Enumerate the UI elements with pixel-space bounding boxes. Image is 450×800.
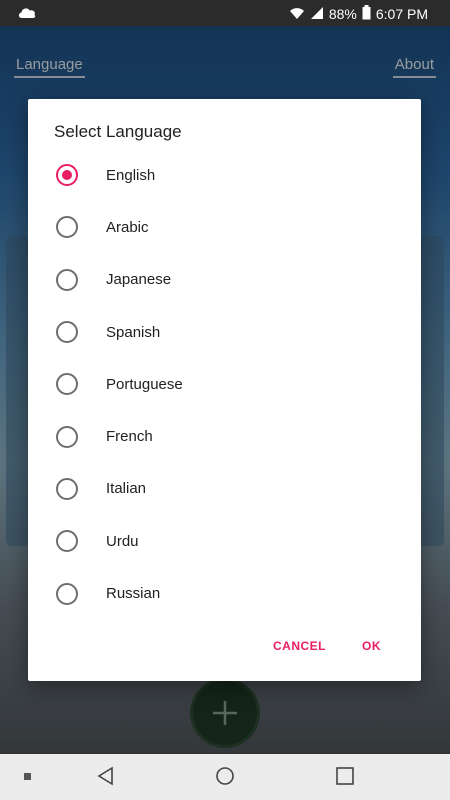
wifi-icon xyxy=(289,6,305,23)
radio-button[interactable] xyxy=(56,164,78,187)
option-label: Spanish xyxy=(106,323,161,341)
option-arabic[interactable]: Arabic xyxy=(28,201,421,253)
radio-button[interactable] xyxy=(56,425,78,448)
option-urdu[interactable]: Urdu xyxy=(28,515,421,567)
option-japanese[interactable]: Japanese xyxy=(28,254,421,306)
option-label: French xyxy=(106,428,153,446)
back-icon[interactable] xyxy=(96,766,116,791)
dialog-actions: CANCEL OK xyxy=(28,621,421,681)
clock: 6:07 PM xyxy=(375,6,428,22)
radio-button[interactable] xyxy=(56,530,78,553)
option-label: Italian xyxy=(106,480,147,498)
recent-apps-icon[interactable] xyxy=(335,766,355,791)
home-icon[interactable] xyxy=(215,766,235,791)
option-english[interactable]: English xyxy=(28,149,421,201)
status-bar: 88% 6:07 PM xyxy=(0,0,450,26)
option-label: Japanese xyxy=(106,271,172,289)
radio-button[interactable] xyxy=(56,477,78,500)
cloud-icon xyxy=(17,5,37,22)
battery-icon xyxy=(362,5,371,23)
navigation-bar xyxy=(0,754,450,800)
option-label: Arabic xyxy=(106,218,149,236)
battery-percent: 88% xyxy=(328,6,357,22)
radio-button[interactable] xyxy=(56,582,78,605)
option-french[interactable]: French xyxy=(28,410,421,462)
option-label: English xyxy=(106,166,156,184)
nav-dot-icon xyxy=(24,773,31,780)
option-russian[interactable]: Russian xyxy=(28,567,421,619)
option-italian[interactable]: Italian xyxy=(28,463,421,515)
language-dialog: Select Language English Arabic Japanese … xyxy=(28,99,421,681)
radio-button[interactable] xyxy=(56,268,78,291)
language-options: English Arabic Japanese Spanish Portugue… xyxy=(28,149,421,620)
option-portuguese[interactable]: Portuguese xyxy=(28,358,421,410)
radio-button[interactable] xyxy=(56,373,78,396)
cancel-button[interactable]: CANCEL xyxy=(273,639,326,653)
ok-button[interactable]: OK xyxy=(362,639,381,653)
option-label: Urdu xyxy=(106,532,139,550)
option-label: Portuguese xyxy=(106,375,183,393)
radio-button[interactable] xyxy=(56,216,78,239)
signal-icon xyxy=(310,6,324,23)
option-label: Russian xyxy=(106,585,161,603)
option-spanish[interactable]: Spanish xyxy=(28,306,421,358)
dialog-title: Select Language xyxy=(54,122,182,141)
radio-button[interactable] xyxy=(56,321,78,344)
